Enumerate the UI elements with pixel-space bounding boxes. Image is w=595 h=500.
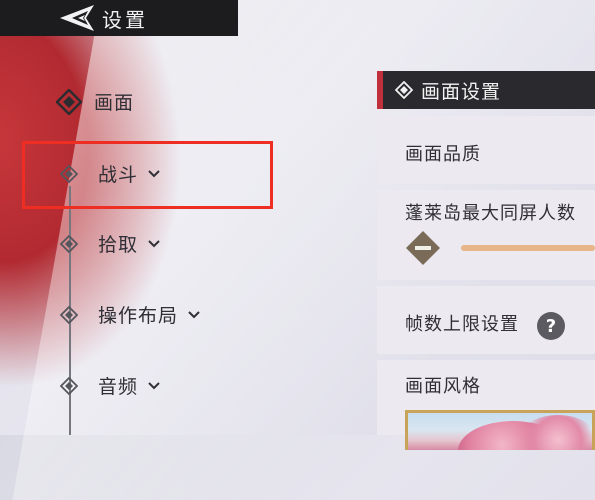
setting-label: 蓬莱岛最大同屏人数 [405, 203, 576, 224]
highlight-annotation-box [22, 141, 273, 209]
setting-label: 画面风格 [405, 376, 481, 397]
sidebar-item-display[interactable]: 画面 [56, 88, 134, 115]
diamond-icon [60, 234, 78, 253]
sidebar-item-label: 拾取 [98, 234, 139, 256]
sidebar-item-label: 画面 [94, 92, 135, 114]
panel-title: 画面设置 [421, 80, 502, 103]
diamond-icon [60, 376, 78, 395]
page-title: 设置 [102, 7, 148, 32]
style-preview-thumbnail[interactable] [405, 410, 595, 450]
sidebar-item-label: 操作布局 [98, 305, 179, 327]
chevron-down-icon [147, 237, 161, 251]
panel-header: 画面设置 [377, 71, 595, 109]
setting-row-max-players: 蓬莱岛最大同屏人数 [377, 190, 595, 280]
sidebar-item-pickup[interactable]: 拾取 [60, 230, 161, 257]
display-settings-panel: 画面设置 画面品质 蓬莱岛最大同屏人数 帧数上限设置 ? 画面风格 [377, 71, 595, 450]
setting-row-frame-limit[interactable]: 帧数上限设置 ? [377, 286, 595, 354]
diamond-active-icon [56, 88, 82, 115]
chevron-down-icon [187, 308, 201, 322]
sidebar-item-controls-layout[interactable]: 操作布局 [60, 301, 201, 328]
setting-row-quality[interactable]: 画面品质 [377, 116, 595, 184]
setting-label: 帧数上限设置 [405, 314, 519, 335]
back-arrow-icon[interactable] [56, 0, 100, 36]
slider-track[interactable] [461, 245, 595, 251]
slider-handle[interactable] [405, 230, 441, 266]
sidebar-item-audio[interactable]: 音频 [60, 372, 161, 399]
help-icon[interactable]: ? [537, 312, 565, 340]
diamond-icon [395, 81, 413, 99]
setting-label: 画面品质 [405, 144, 481, 165]
preview-blossom-tree [518, 415, 592, 450]
sidebar-item-label: 音频 [98, 376, 139, 398]
diamond-icon [60, 305, 78, 324]
settings-header: 设置 [0, 0, 238, 36]
setting-row-visual-style: 画面风格 [377, 360, 595, 450]
chevron-down-icon [147, 379, 161, 393]
